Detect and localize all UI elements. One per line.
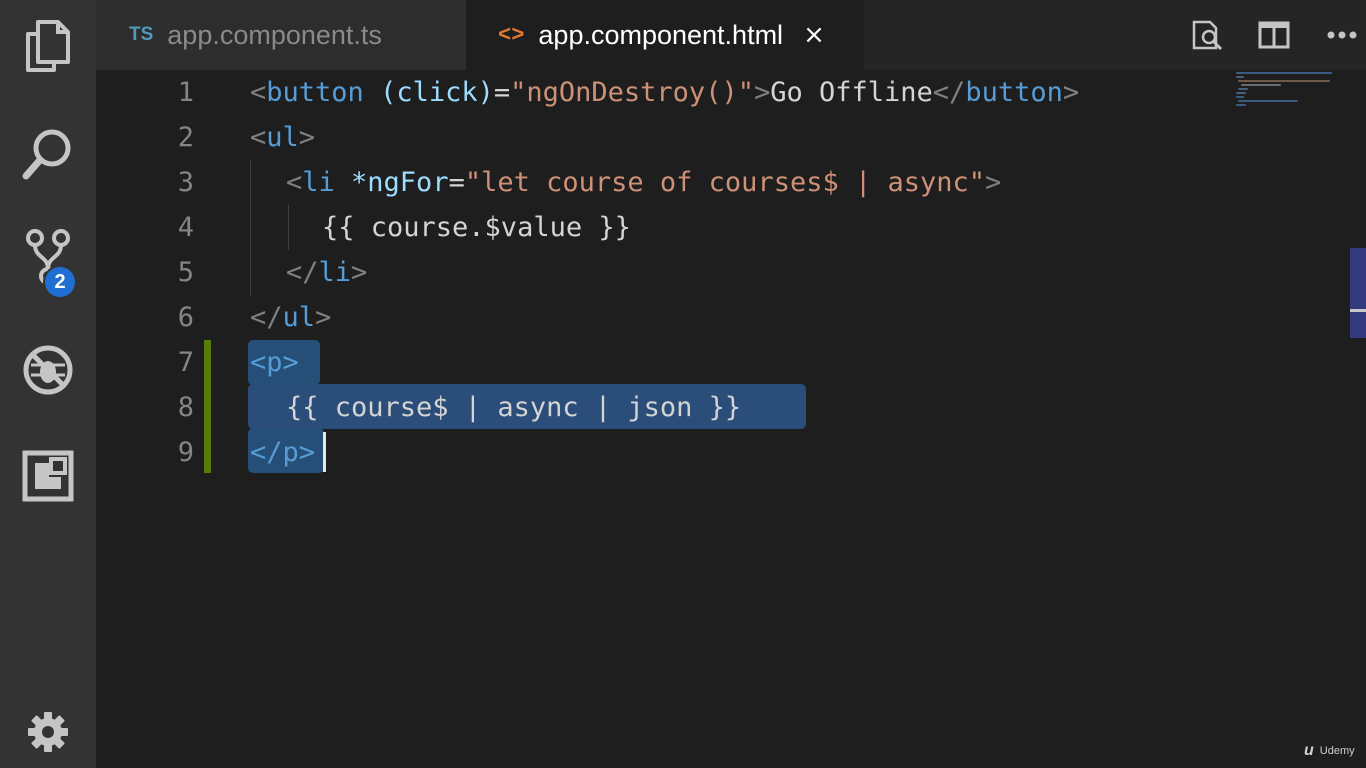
code-token: ul (282, 302, 316, 333)
tab-label: app.component.html (538, 19, 784, 50)
udemy-logo-icon: u (1304, 742, 1314, 759)
extensions-icon[interactable] (0, 444, 96, 508)
minimap-line (1236, 96, 1244, 98)
minimap-line (1238, 100, 1298, 102)
tab-app-component-ts[interactable]: TS app.component.ts (96, 0, 466, 70)
code-token: *ngFor (334, 167, 449, 198)
code-token: = (448, 167, 465, 198)
code-token: {{ course.$value }} (322, 212, 631, 243)
code-line: </p> (250, 430, 315, 475)
code-line: {{ course.$value }} (322, 205, 631, 250)
debug-icon[interactable] (0, 338, 96, 402)
code-token: </ (250, 437, 283, 468)
code-line: <button (click)="ngOnDestroy()">Go Offli… (250, 70, 1079, 115)
code-line: {{ course$ | async | json }} (286, 385, 741, 430)
code-token: > (298, 122, 316, 153)
code-token: </ (250, 302, 283, 333)
code-token: < (250, 347, 267, 378)
code-token: li (318, 257, 352, 288)
code-token: button (266, 77, 364, 108)
code-token: = (493, 77, 511, 108)
minimap-line (1241, 84, 1281, 86)
git-modified-indicator (204, 340, 211, 473)
html-file-icon: <> (498, 22, 525, 48)
code-token: > (315, 302, 332, 333)
code-token: </ (932, 77, 966, 108)
code-token: p (266, 347, 283, 378)
indent-guide (250, 160, 251, 295)
text-cursor (323, 432, 326, 472)
code-token: p (282, 437, 299, 468)
open-preview-icon[interactable] (1190, 0, 1224, 70)
indent-guide (288, 205, 289, 250)
search-icon[interactable] (0, 122, 96, 186)
code-token: > (985, 167, 1002, 198)
code-token: li (302, 167, 335, 198)
code-line: <p> (250, 340, 299, 385)
code-line: </ul> (250, 295, 331, 340)
minimap[interactable] (1236, 70, 1354, 190)
tab-label: app.component.ts (167, 19, 382, 50)
line-number: 8 (177, 392, 194, 423)
line-number: 7 (177, 347, 194, 378)
scrollbar-thumb[interactable] (1350, 248, 1366, 338)
code-token: < (250, 77, 267, 108)
close-icon[interactable]: × (803, 20, 825, 50)
minimap-line (1238, 88, 1248, 90)
code-token: < (250, 122, 267, 153)
split-editor-icon[interactable] (1258, 0, 1290, 70)
more-actions-icon[interactable] (1326, 0, 1358, 70)
code-token: Go Offline (770, 77, 933, 108)
code-token: > (298, 437, 316, 468)
line-number: 5 (177, 257, 194, 288)
line-number: 9 (177, 437, 194, 468)
code-token: {{ course$ | async | json }} (286, 392, 742, 423)
code-line: <ul> (250, 115, 315, 160)
minimap-line (1236, 92, 1246, 94)
code-line: </li> (286, 250, 367, 295)
code-token: > (753, 77, 771, 108)
source-control-badge: 2 (43, 265, 77, 299)
code-token: "let course of courses$ | async" (464, 167, 986, 198)
line-number: 2 (177, 122, 194, 153)
typescript-icon: TS (129, 24, 154, 45)
line-number: 1 (177, 77, 194, 108)
tab-app-component-html[interactable]: <> app.component.html × (466, 0, 864, 70)
line-number: 6 (177, 302, 194, 333)
udemy-watermark: u Udemy (1304, 742, 1355, 760)
code-token: (click) (363, 77, 494, 108)
code-token: "ngOnDestroy()" (510, 77, 754, 108)
activity-bar: 2 (0, 0, 96, 768)
gear-icon[interactable] (0, 700, 96, 764)
files-icon[interactable] (0, 14, 96, 78)
code-token: ul (266, 122, 299, 153)
code-token: < (286, 167, 303, 198)
code-editor[interactable]: 1 2 3 4 5 6 7 8 9 <button (click)="ngOnD… (96, 70, 1366, 768)
minimap-line (1236, 76, 1244, 78)
minimap-line (1236, 72, 1332, 74)
code-token: > (1062, 77, 1080, 108)
minimap-line (1236, 104, 1246, 106)
line-number: 4 (177, 212, 194, 243)
code-token: > (282, 347, 299, 378)
code-line: <li *ngFor="let course of courses$ | asy… (286, 160, 1001, 205)
line-number: 3 (177, 167, 194, 198)
tab-bar: TS app.component.ts <> app.component.htm… (96, 0, 1366, 70)
watermark-text: Udemy (1319, 745, 1355, 757)
scrollbar-cursor-marker (1350, 309, 1366, 312)
code-token: </ (286, 257, 319, 288)
code-token: button (965, 77, 1063, 108)
minimap-line (1238, 80, 1330, 82)
code-token: > (351, 257, 368, 288)
